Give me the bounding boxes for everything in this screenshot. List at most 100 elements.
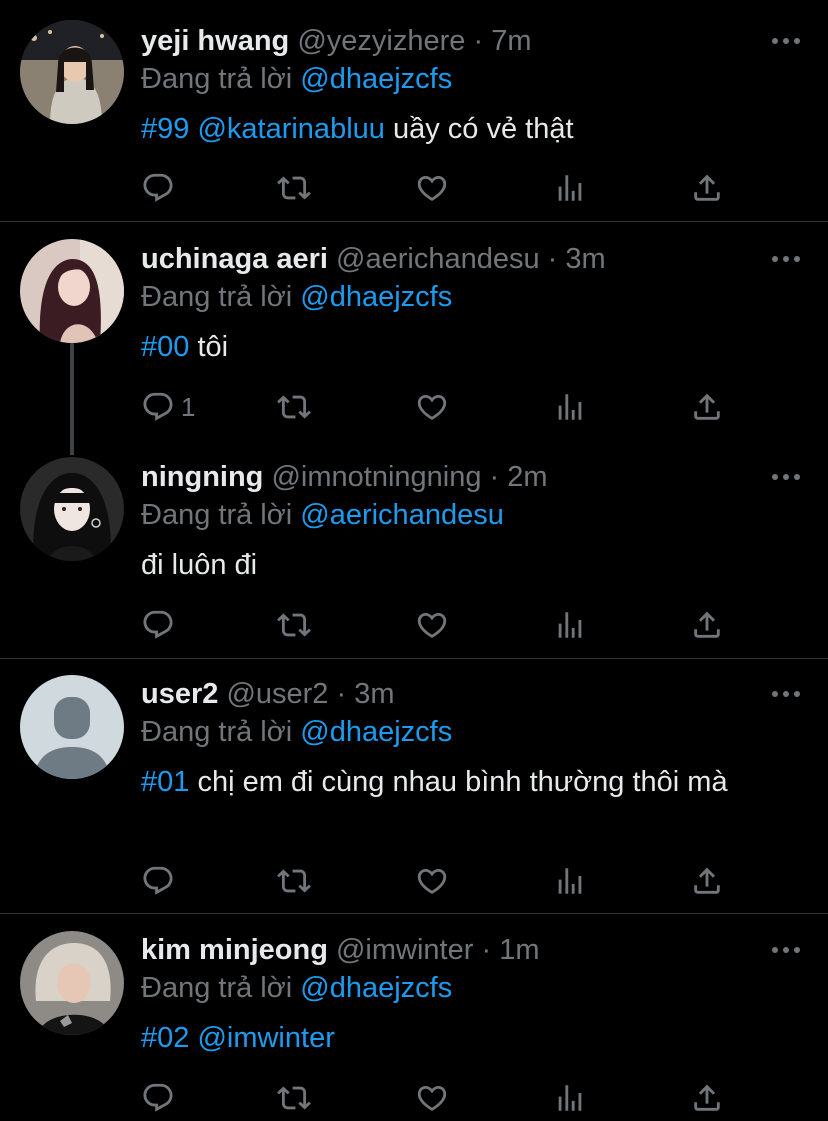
- hashtag[interactable]: #00: [141, 331, 189, 363]
- share-button[interactable]: [690, 1078, 724, 1118]
- tweet-uchinaga-aeri[interactable]: uchinaga aeri @aerichandesu · 3m Đang tr…: [0, 222, 828, 455]
- handle[interactable]: @aerichandesu: [336, 243, 540, 275]
- display-name[interactable]: yeji hwang: [141, 25, 289, 57]
- tweet-header: uchinaga aeri @aerichandesu · 3m: [141, 240, 606, 278]
- more-icon[interactable]: [770, 944, 802, 956]
- retweet-button[interactable]: [277, 168, 311, 208]
- handle[interactable]: @user2: [226, 678, 328, 710]
- display-name[interactable]: uchinaga aeri: [141, 243, 328, 275]
- timestamp[interactable]: 2m: [507, 461, 547, 493]
- tweet-header: ningning @imnotningning · 2m: [141, 458, 548, 496]
- replying-to-handle[interactable]: @dhaejzcfs: [300, 281, 452, 313]
- hashtag[interactable]: #99: [141, 113, 189, 145]
- replying-to: Đang trả lời @dhaejzcfs: [141, 969, 452, 1007]
- analytics-icon: [553, 171, 587, 205]
- analytics-button[interactable]: [553, 387, 587, 427]
- avatar[interactable]: [20, 20, 124, 124]
- avatar[interactable]: [20, 931, 124, 1035]
- replying-to-handle[interactable]: @dhaejzcfs: [300, 972, 452, 1004]
- timestamp[interactable]: 3m: [565, 243, 605, 275]
- replying-to-handle[interactable]: @dhaejzcfs: [300, 716, 452, 748]
- replying-to: Đang trả lời @dhaejzcfs: [141, 713, 452, 751]
- tweet-yeji-hwang[interactable]: yeji hwang @yezyizhere · 7m Đang trả lời…: [0, 0, 828, 221]
- avatar[interactable]: [20, 239, 124, 343]
- display-name[interactable]: ningning: [141, 461, 263, 493]
- timestamp[interactable]: 1m: [499, 934, 539, 966]
- hashtag[interactable]: #01: [141, 766, 189, 798]
- like-icon: [415, 608, 449, 642]
- tweet-header: kim minjeong @imwinter · 1m: [141, 931, 539, 969]
- tweet-text: #02 @imwinter: [141, 1018, 781, 1058]
- replying-to-label: Đang trả lời: [141, 281, 293, 313]
- share-button[interactable]: [690, 387, 724, 427]
- reply-button[interactable]: [141, 168, 175, 208]
- reply-button[interactable]: [141, 605, 175, 645]
- more-icon[interactable]: [770, 253, 802, 265]
- replying-to-label: Đang trả lời: [141, 499, 293, 531]
- reply-icon: [141, 171, 175, 205]
- tweet-header: user2 @user2 · 3m: [141, 675, 395, 713]
- handle[interactable]: @imnotningning: [271, 461, 481, 493]
- tweet-text: #99 @katarinabluu uầy có vẻ thật: [141, 109, 781, 149]
- replying-to-handle[interactable]: @dhaejzcfs: [300, 63, 452, 95]
- thread-line: [70, 343, 74, 455]
- reply-button[interactable]: [141, 861, 175, 901]
- retweet-button[interactable]: [277, 605, 311, 645]
- like-icon: [415, 1081, 449, 1115]
- timestamp[interactable]: 7m: [491, 25, 531, 57]
- separator-dot: ·: [481, 934, 492, 966]
- analytics-icon: [553, 608, 587, 642]
- analytics-button[interactable]: [553, 605, 587, 645]
- reply-count: 1: [181, 391, 196, 422]
- retweet-button[interactable]: [277, 387, 311, 427]
- share-icon: [690, 171, 724, 205]
- like-button[interactable]: [415, 168, 449, 208]
- analytics-button[interactable]: [553, 1078, 587, 1118]
- more-icon[interactable]: [770, 471, 802, 483]
- reply-button[interactable]: [141, 1078, 175, 1118]
- tweet-body: uầy có vẻ thật: [392, 113, 574, 145]
- more-icon[interactable]: [770, 35, 802, 47]
- handle[interactable]: @yezyizhere: [297, 25, 465, 57]
- share-button[interactable]: [690, 861, 724, 901]
- handle[interactable]: @imwinter: [336, 934, 473, 966]
- analytics-icon: [553, 390, 587, 424]
- like-button[interactable]: [415, 861, 449, 901]
- analytics-button[interactable]: [553, 168, 587, 208]
- tweet-body: đi luôn đi: [141, 549, 258, 581]
- share-icon: [690, 864, 724, 898]
- tweet-user2[interactable]: user2 @user2 · 3m Đang trả lời @dhaejzcf…: [0, 659, 828, 913]
- action-bar: [141, 1078, 741, 1118]
- retweet-icon: [277, 171, 311, 205]
- reply-icon: [141, 1081, 175, 1115]
- retweet-icon: [277, 608, 311, 642]
- reply-button[interactable]: 1: [141, 387, 195, 427]
- avatar[interactable]: [20, 675, 124, 779]
- tweet-ningning[interactable]: ningning @imnotningning · 2m Đang trả lờ…: [0, 440, 828, 658]
- share-icon: [690, 390, 724, 424]
- avatar[interactable]: [20, 457, 124, 561]
- share-button[interactable]: [690, 168, 724, 208]
- replying-to-handle[interactable]: @aerichandesu: [300, 499, 504, 531]
- mention[interactable]: @imwinter: [197, 1022, 334, 1054]
- like-button[interactable]: [415, 605, 449, 645]
- timestamp[interactable]: 3m: [354, 678, 394, 710]
- separator-dot: ·: [473, 25, 484, 57]
- display-name[interactable]: kim minjeong: [141, 934, 328, 966]
- display-name[interactable]: user2: [141, 678, 218, 710]
- like-button[interactable]: [415, 1078, 449, 1118]
- reply-icon: [141, 608, 175, 642]
- more-icon[interactable]: [770, 688, 802, 700]
- retweet-button[interactable]: [277, 861, 311, 901]
- separator-dot: ·: [547, 243, 558, 275]
- analytics-button[interactable]: [553, 861, 587, 901]
- share-button[interactable]: [690, 605, 724, 645]
- action-bar: [141, 168, 741, 208]
- share-icon: [690, 608, 724, 642]
- tweet-kim-minjeong[interactable]: kim minjeong @imwinter · 1m Đang trả lời…: [0, 914, 828, 1121]
- retweet-button[interactable]: [277, 1078, 311, 1118]
- like-button[interactable]: [415, 387, 449, 427]
- hashtag[interactable]: #02: [141, 1022, 189, 1054]
- mention[interactable]: @katarinabluu: [197, 113, 384, 145]
- like-icon: [415, 390, 449, 424]
